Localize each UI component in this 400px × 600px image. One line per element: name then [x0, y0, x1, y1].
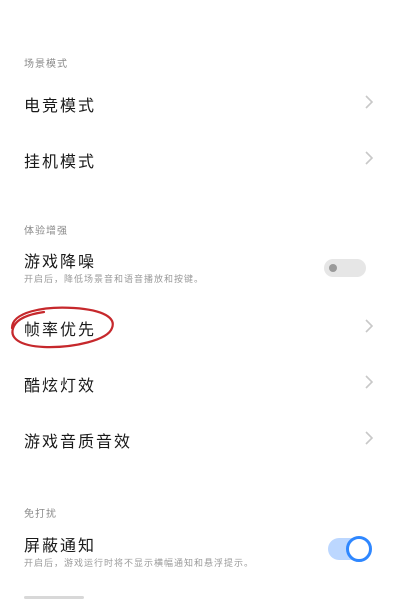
- toggle-knob: [329, 264, 337, 272]
- row-game-audio[interactable]: 游戏音质音效: [0, 416, 400, 460]
- row-description: 开启后，游戏运行时将不显示横幅通知和悬浮提示。: [24, 559, 255, 569]
- toggle-knob: [346, 536, 372, 562]
- noise-reduction-toggle[interactable]: [324, 259, 366, 277]
- chevron-right-icon: [365, 151, 374, 165]
- row-block-notifications[interactable]: 屏蔽通知 开启后，游戏运行时将不显示横幅通知和悬浮提示。: [0, 528, 400, 578]
- section-header-scene-mode: 场景模式: [24, 59, 68, 70]
- row-game-noise-reduction[interactable]: 游戏降噪 开启后，降低场景音和语音播放和按键。: [0, 244, 400, 292]
- row-label: 屏蔽通知: [24, 536, 97, 555]
- chevron-right-icon: [365, 431, 374, 445]
- row-label: 游戏音质音效: [24, 432, 133, 451]
- section-header-experience: 体验增强: [24, 226, 68, 237]
- partial-row-text: [24, 596, 84, 599]
- row-label: 挂机模式: [24, 152, 97, 171]
- section-header-do-not-disturb: 免打扰: [24, 509, 57, 520]
- chevron-right-icon: [365, 95, 374, 109]
- row-esports-mode[interactable]: 电竞模式: [0, 80, 400, 124]
- row-label: 酷炫灯效: [24, 376, 97, 395]
- row-idle-mode[interactable]: 挂机模式: [0, 136, 400, 180]
- row-label: 帧率优先: [24, 320, 97, 339]
- chevron-right-icon: [365, 375, 374, 389]
- row-label: 电竞模式: [24, 96, 97, 115]
- row-cool-lighting[interactable]: 酷炫灯效: [0, 360, 400, 404]
- chevron-right-icon: [365, 319, 374, 333]
- row-label: 游戏降噪: [24, 252, 97, 271]
- row-frame-rate-priority[interactable]: 帧率优先: [0, 304, 400, 348]
- row-partial-next: [0, 588, 400, 600]
- row-description: 开启后，降低场景音和语音播放和按键。: [24, 275, 205, 285]
- block-notifications-toggle[interactable]: [328, 536, 372, 562]
